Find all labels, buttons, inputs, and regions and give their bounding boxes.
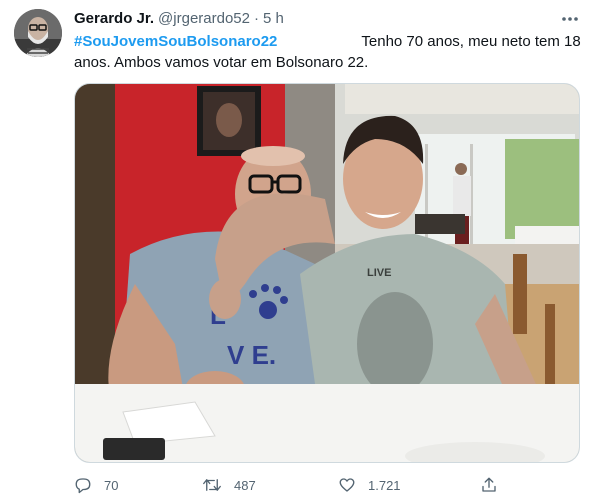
like-icon (339, 478, 355, 492)
tweet[interactable]: Gerardo Jr. @jrgerardo52 · 5 h #SouJovem… (0, 0, 590, 502)
svg-text:V E.: V E. (227, 340, 276, 370)
timestamp[interactable]: 5 h (263, 10, 284, 27)
like-count: 1.721 (368, 477, 401, 493)
tweet-text: #SouJovemSouBolsonaro22 Tenho 70 anos, me… (74, 31, 584, 73)
more-options-button[interactable] (560, 10, 580, 28)
author-name[interactable]: Gerardo Jr. (74, 10, 154, 27)
reply-button[interactable]: 70 (74, 474, 118, 496)
share-button[interactable] (480, 474, 498, 496)
tweet-text-part-1: Tenho 70 anos, meu neto tem 18 (361, 33, 581, 50)
tweet-text-line-2: anos. Ambos vamos votar em Bolsonaro 22. (74, 54, 369, 71)
hashtag-link[interactable]: #SouJovemSouBolsonaro22 (74, 33, 277, 50)
like-button[interactable]: 1.721 (338, 474, 401, 496)
avatar[interactable] (14, 9, 62, 57)
tweet-actions: 70 487 1.721 (74, 474, 514, 496)
tweet-header: Gerardo Jr. @jrgerardo52 · 5 h (74, 10, 284, 30)
retweet-icon (203, 479, 221, 491)
reply-icon (75, 478, 91, 494)
more-icon (562, 17, 578, 21)
avatar-image (14, 9, 62, 57)
reply-count: 70 (104, 477, 119, 493)
shirt-print-text: LIVE (367, 267, 391, 279)
tweet-photo[interactable]: V E. L LIVE (74, 83, 580, 463)
retweet-count: 487 (234, 477, 256, 493)
tweet-text-line-1: #SouJovemSouBolsonaro22 Tenho 70 anos, me… (74, 31, 584, 52)
separator-dot: · (254, 10, 259, 27)
restaurant-photo: V E. L LIVE (75, 84, 579, 462)
author-handle[interactable]: @jrgerardo52 (158, 10, 250, 27)
share-icon (482, 477, 496, 492)
retweet-button[interactable]: 487 (202, 474, 256, 496)
